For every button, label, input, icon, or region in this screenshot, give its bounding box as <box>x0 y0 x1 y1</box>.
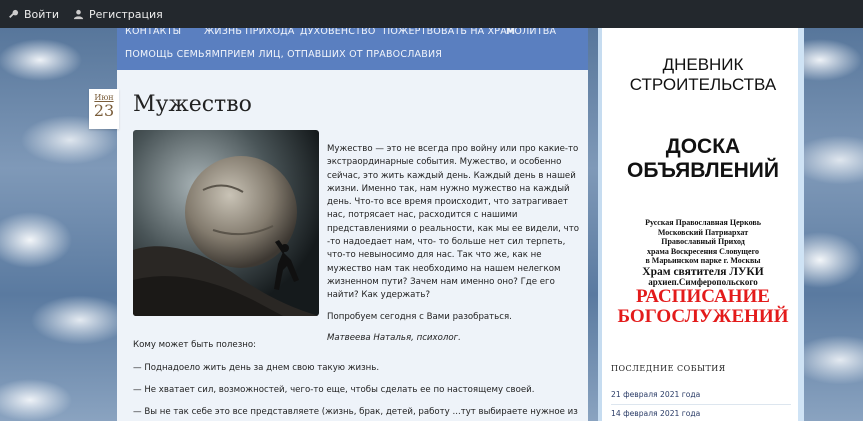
nav-item-parish-life[interactable]: ЖИЗНЬ ПРИХОДА <box>204 28 295 37</box>
event-link[interactable]: 21 февраля 2021 года <box>611 390 700 399</box>
banner-line: Храм святителя ЛУКИ <box>642 265 764 278</box>
register-label: Регистрация <box>88 7 163 21</box>
register-link[interactable]: Регистрация <box>73 8 163 21</box>
user-icon <box>73 9 84 19</box>
main-navigation: КОНТАКТЫ ЖИЗНЬ ПРИХОДА ДУХОВЕНСТВО ПОЖЕР… <box>117 28 588 70</box>
login-label: Войти <box>24 7 59 21</box>
banner-line: БОГОСЛУЖЕНИЙ <box>617 306 789 327</box>
key-icon <box>9 9 19 18</box>
bullet-item: — Поднадоело жить день за днем свою таку… <box>133 363 380 373</box>
sidebar: ДНЕВНИК СТРОИТЕЛЬСТВА ДОСКА ОБЪЯВЛЕНИЙ Р… <box>598 28 804 421</box>
post-paragraph: Попробуем сегодня с Вами разобраться. <box>327 311 512 322</box>
nav-item-family-help[interactable]: ПОМОЩЬ СЕМЬЯМ <box>125 49 220 60</box>
banner-line: Православный Приход <box>661 237 745 246</box>
service-schedule-banner[interactable]: Русская Православная Церковь Московский … <box>614 216 792 350</box>
nav-item-prayer[interactable]: МОЛИТВА <box>506 28 556 37</box>
nav-item-clergy[interactable]: ДУХОВЕНСТВО <box>300 28 376 37</box>
banner-line: СТРОИТЕЛЬСТВА <box>629 75 777 94</box>
post-title: Мужество <box>133 92 252 117</box>
login-link[interactable]: Войти <box>8 8 59 21</box>
post-body: Мужество — это не всегда про войну или п… <box>327 143 582 353</box>
announcements-board-banner[interactable]: ДОСКА ОБЪЯВЛЕНИЙ <box>614 133 792 191</box>
post-date-day: 23 <box>93 101 115 120</box>
banner-line: ОБЪЯВЛЕНИЙ <box>627 159 779 182</box>
banner-line: храма Воскресения Словущего <box>646 246 760 256</box>
post-paragraph: Мужество — это не всегда про войну или п… <box>327 144 579 301</box>
banner-line: ДОСКА <box>665 135 741 158</box>
event-link[interactable]: 14 февраля 2021 года <box>611 409 700 418</box>
post-date-badge: Июн 23 <box>89 89 119 129</box>
sisyphus-boulder-image <box>133 130 319 316</box>
nav-item-contacts[interactable]: КОНТАКТЫ <box>125 28 181 37</box>
banner-line: РАСПИСАНИЕ <box>636 286 770 307</box>
banner-line: Московский Патриархат <box>657 227 749 237</box>
bullet-item: — Вы не так себе это все представляете (… <box>133 407 578 417</box>
main-content: КОНТАКТЫ ЖИЗНЬ ПРИХОДА ДУХОВЕНСТВО ПОЖЕР… <box>117 28 588 421</box>
banner-line: Русская Православная Церковь <box>645 218 761 227</box>
bullet-item: — Не хватает сил, возможностей, чего-то … <box>133 385 535 395</box>
banner-line: ДНЕВНИК <box>662 55 744 74</box>
nav-item-donate[interactable]: ПОЖЕРТВОВАТЬ НА ХРАМ <box>383 28 515 37</box>
divider <box>611 404 791 405</box>
construction-diary-banner[interactable]: ДНЕВНИК СТРОИТЕЛЬСТВА <box>614 53 792 105</box>
top-admin-bar: Войти Регистрация <box>0 0 863 28</box>
recent-events-heading: ПОСЛЕДНИЕ СОБЫТИЯ <box>611 364 726 373</box>
banner-line: в Марьинском парке г. Москвы <box>645 256 761 265</box>
nav-item-returning-orthodox[interactable]: ПРИЕМ ЛИЦ, ОТПАВШИХ ОТ ПРАВОСЛАВИЯ <box>220 49 442 60</box>
who-helps-text: Кому может быть полезно: <box>133 340 257 350</box>
post-image <box>133 130 319 316</box>
